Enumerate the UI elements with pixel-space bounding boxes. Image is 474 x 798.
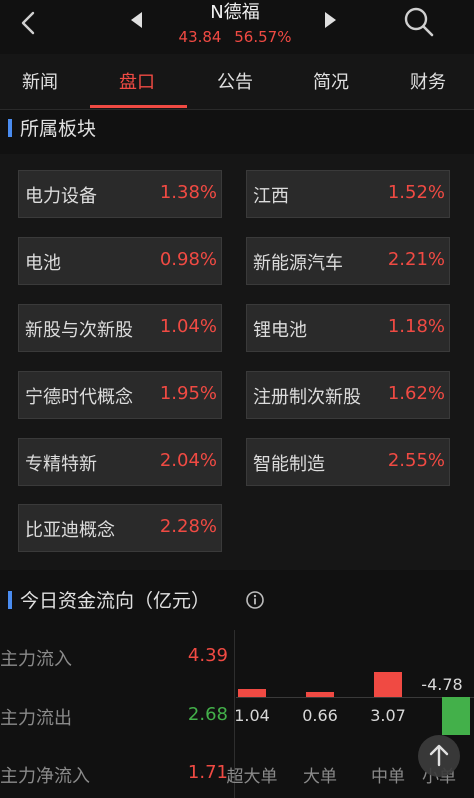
tab-order-book[interactable]: 盘口 — [119, 68, 155, 94]
sector-pct: 1.04% — [159, 316, 217, 337]
fund-flow-section-header: 今日资金流向（亿元） — [0, 580, 474, 620]
flow-label: 主力流出 — [0, 708, 72, 729]
scroll-to-top-button[interactable] — [418, 735, 460, 777]
flow-row-net: 主力净流入 1.71 — [0, 762, 232, 792]
header: N德福 43.84 56.57% — [0, 0, 474, 52]
stock-change-pct: 56.57% — [234, 28, 292, 46]
sectors-title: 所属板块 — [20, 118, 97, 140]
stock-price: 43.84 — [178, 28, 222, 46]
sector-pct: 2.28% — [159, 516, 217, 537]
sector-tile[interactable]: 电池 0.98% — [18, 237, 222, 285]
bar-value-label: -4.78 — [421, 675, 463, 694]
sector-tile[interactable]: 电力设备 1.38% — [18, 170, 222, 218]
sector-pct: 1.62% — [387, 383, 445, 404]
flow-bar — [374, 672, 402, 697]
bar-value-label: 3.07 — [370, 706, 406, 725]
flow-bar — [306, 691, 334, 697]
sector-tile[interactable]: 锂电池 1.18% — [246, 304, 450, 352]
prev-stock-triangle-icon[interactable] — [127, 10, 147, 30]
tab-financials[interactable]: 财务 — [410, 68, 446, 94]
flow-value: 4.39 — [187, 645, 228, 666]
sector-pct: 1.52% — [387, 182, 445, 203]
sector-tile[interactable]: 专精特新 2.04% — [18, 438, 222, 486]
sector-pct: 1.38% — [159, 182, 217, 203]
flow-bar — [238, 688, 266, 697]
chart-baseline — [236, 697, 474, 698]
sector-tile[interactable]: 宁德时代概念 1.95% — [18, 371, 222, 419]
sector-name: 智能制造 — [253, 454, 325, 475]
info-icon[interactable] — [245, 590, 265, 610]
sector-grid: 电力设备 1.38% 江西 1.52% 电池 0.98% 新能源汽车 2.21%… — [0, 154, 474, 570]
sector-name: 江西 — [253, 186, 289, 207]
sector-tile[interactable]: 注册制次新股 1.62% — [246, 371, 450, 419]
sector-pct: 1.95% — [159, 383, 217, 404]
tab-news[interactable]: 新闻 — [22, 68, 58, 94]
sector-pct: 2.55% — [387, 450, 445, 471]
flow-row-inflow: 主力流入 4.39 — [0, 645, 232, 675]
sector-name: 专精特新 — [25, 454, 97, 475]
flow-label: 主力净流入 — [0, 766, 90, 787]
bar-value-label: 1.04 — [234, 706, 270, 725]
sector-name: 新能源汽车 — [253, 253, 343, 274]
sector-tile[interactable]: 江西 1.52% — [246, 170, 450, 218]
arrow-up-icon — [429, 744, 449, 767]
sector-name: 电池 — [25, 253, 61, 274]
sector-pct: 0.98% — [159, 249, 217, 270]
tab-bar: 新闻 盘口 公告 简况 财务 — [0, 54, 474, 110]
search-icon[interactable] — [402, 5, 436, 39]
sector-pct: 1.18% — [387, 316, 445, 337]
section-accent-bar — [8, 591, 12, 609]
sector-name: 注册制次新股 — [253, 387, 361, 408]
fund-flow-title: 今日资金流向（亿元） — [20, 590, 211, 612]
sector-tile[interactable]: 新股与次新股 1.04% — [18, 304, 222, 352]
tab-announcements[interactable]: 公告 — [217, 68, 253, 94]
sectors-section-header: 所属板块 — [0, 108, 474, 148]
section-accent-bar — [8, 119, 12, 137]
bar-value-label: 0.66 — [302, 706, 338, 725]
back-chevron-icon[interactable] — [14, 8, 44, 38]
stock-title: N德福 — [210, 2, 260, 23]
sector-name: 电力设备 — [25, 186, 97, 207]
sector-pct: 2.21% — [387, 249, 445, 270]
flow-label: 主力流入 — [0, 649, 72, 670]
sector-name: 宁德时代概念 — [25, 387, 133, 408]
sector-name: 锂电池 — [253, 320, 307, 341]
sector-tile[interactable]: 比亚迪概念 2.28% — [18, 504, 222, 552]
sector-tile[interactable]: 新能源汽车 2.21% — [246, 237, 450, 285]
tab-profile[interactable]: 简况 — [313, 68, 349, 94]
sector-name: 新股与次新股 — [25, 320, 133, 341]
sector-tile[interactable]: 智能制造 2.55% — [246, 438, 450, 486]
category-label: 超大单 — [226, 767, 278, 787]
sector-pct: 2.04% — [159, 450, 217, 471]
next-stock-triangle-icon[interactable] — [320, 10, 340, 30]
flow-bar — [442, 697, 470, 736]
stock-quote: 43.84 56.57% — [150, 28, 320, 46]
sector-name: 比亚迪概念 — [25, 520, 115, 541]
category-label: 大单 — [303, 767, 337, 787]
flow-row-outflow: 主力流出 2.68 — [0, 704, 232, 734]
